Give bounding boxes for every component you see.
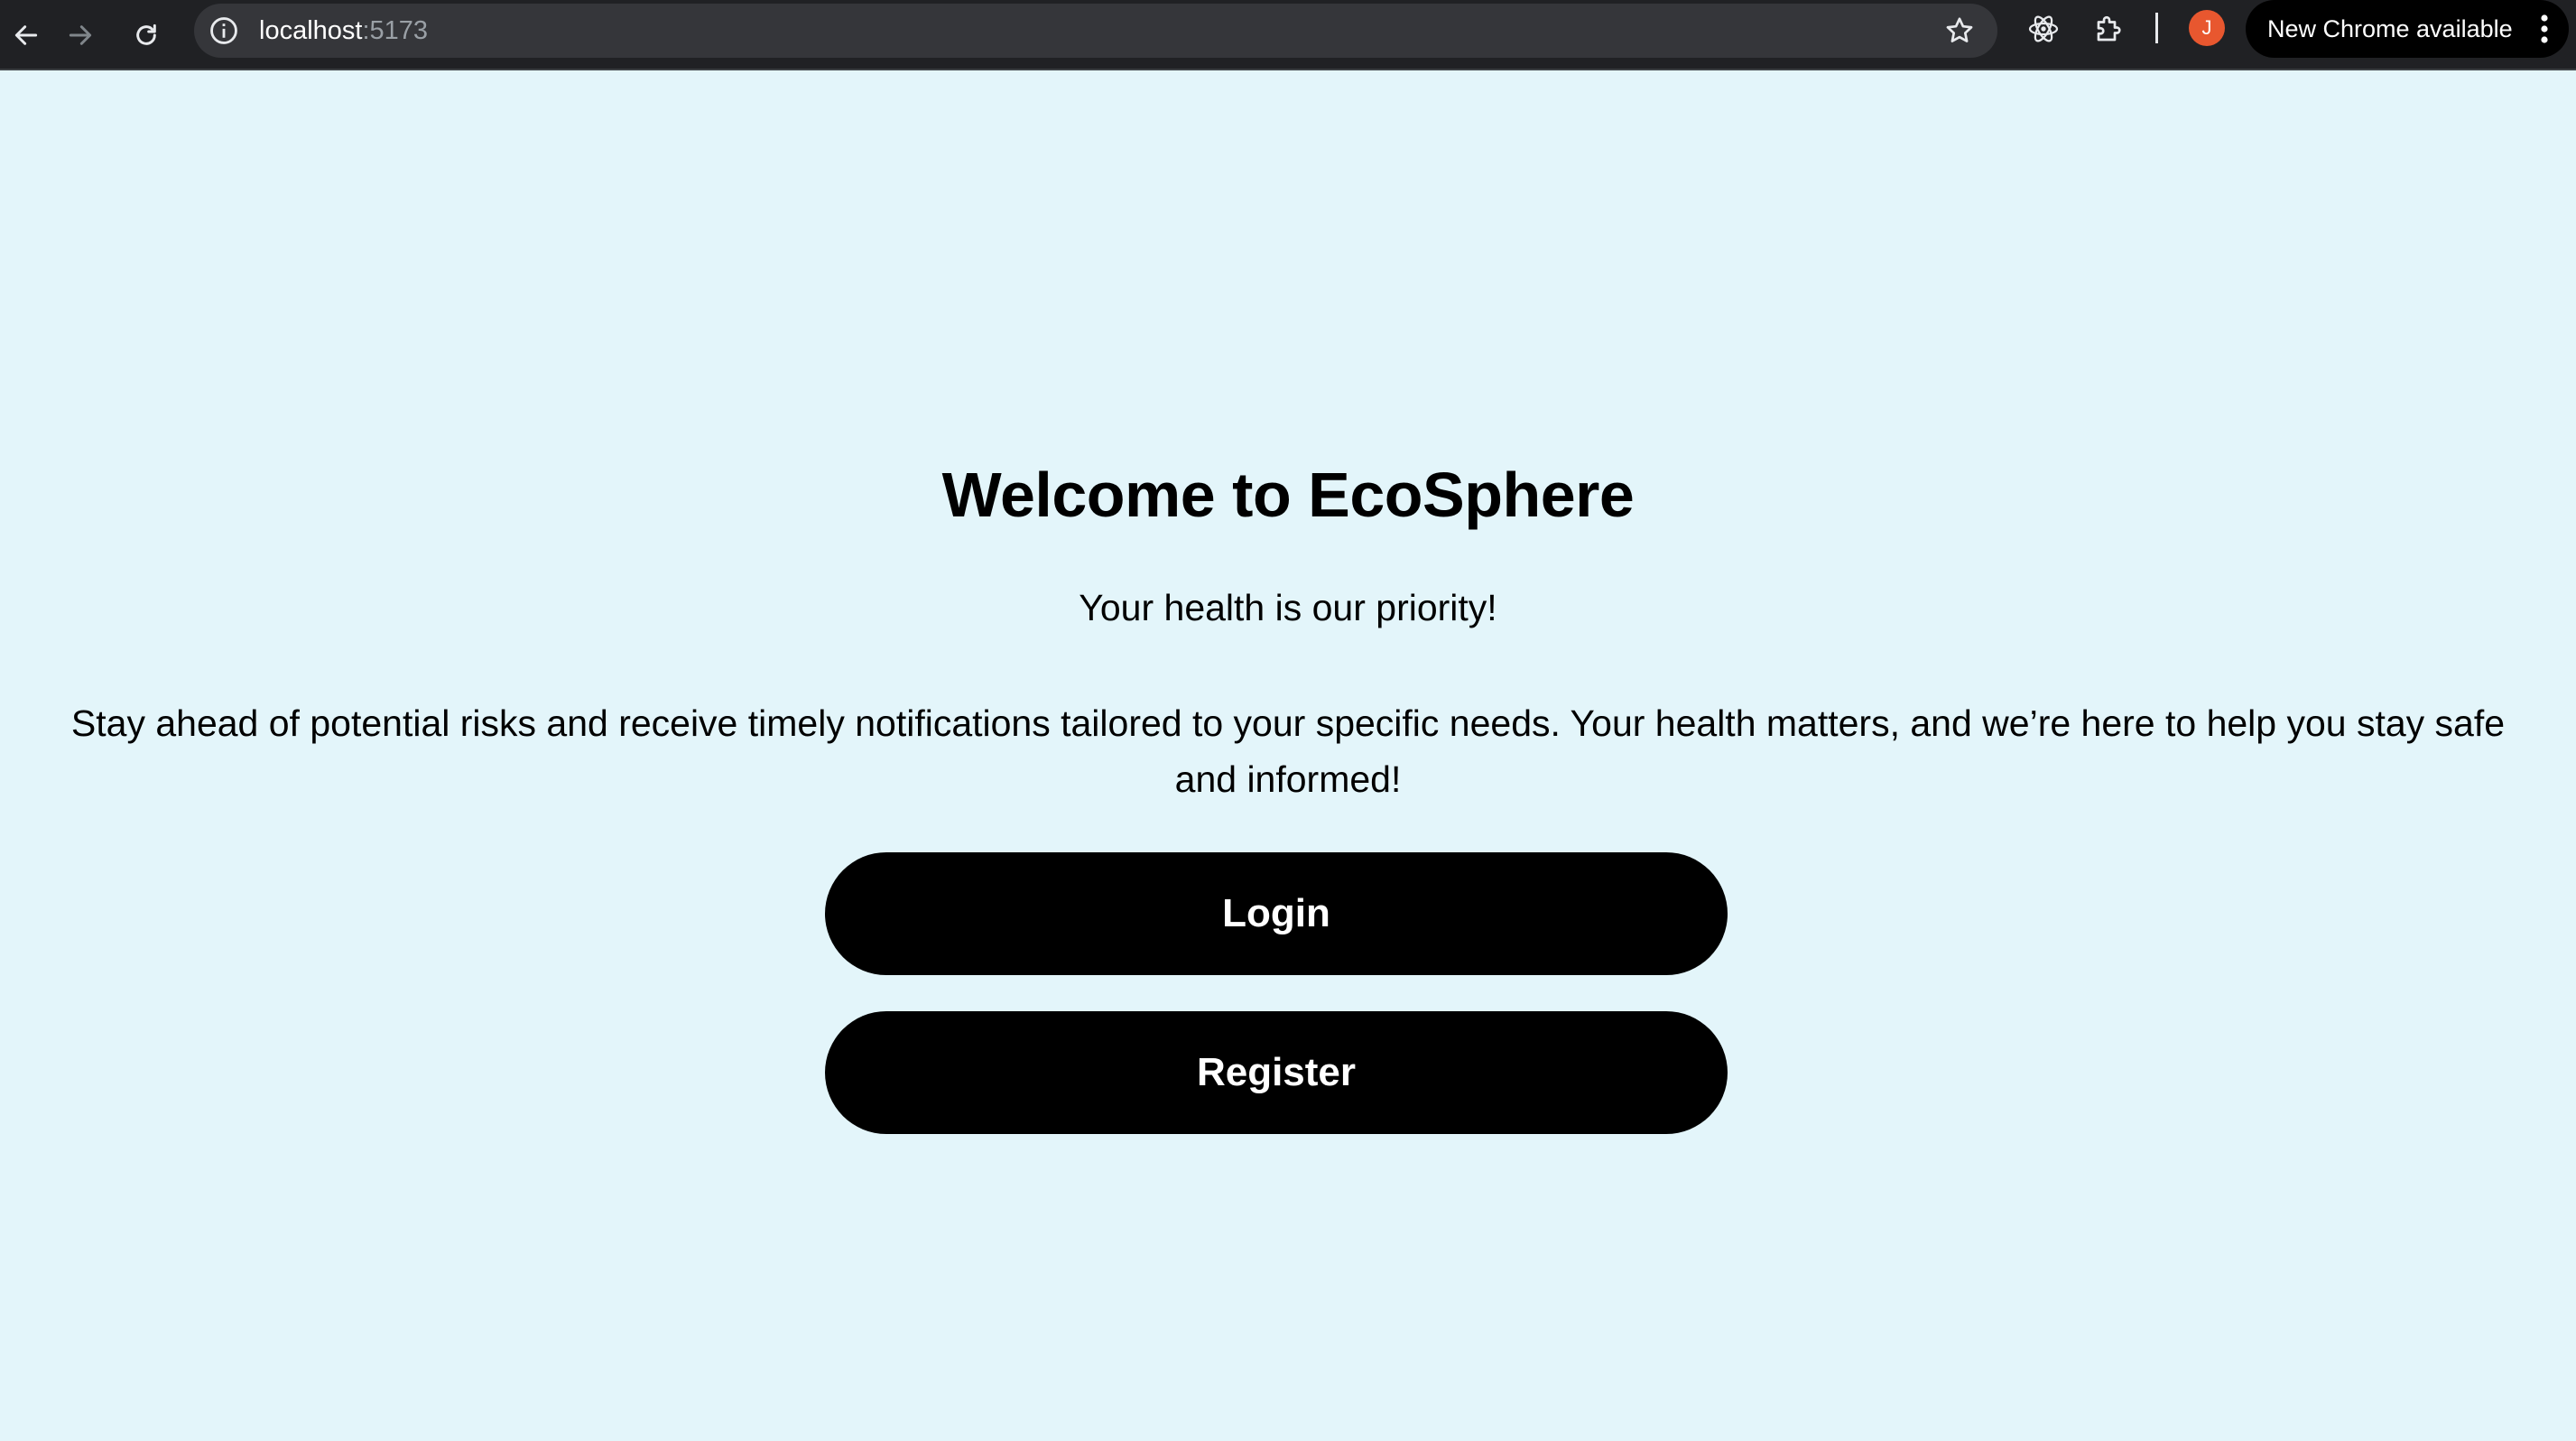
back-button[interactable] [0,9,52,61]
url-port: :5173 [362,16,429,45]
page-title: Welcome to EcoSphere [941,460,1635,530]
login-button[interactable]: Login [825,852,1728,975]
back-arrow-icon [14,25,38,45]
reload-button[interactable] [120,9,172,61]
kebab-menu-icon [2541,14,2548,43]
register-button[interactable]: Register [825,1011,1728,1134]
puzzle-icon [2097,15,2121,42]
page-description: Stay ahead of potential risks and receiv… [70,702,2506,800]
forward-arrow-icon [69,25,92,45]
reload-icon [136,23,156,45]
update-chip-label: New Chrome available [2267,15,2513,42]
extensions-button[interactable] [2091,11,2127,47]
url-text[interactable]: localhost:5173 [259,4,428,58]
browser-toolbar: localhost:5173 J New Chrome available [0,0,2576,70]
info-icon[interactable] [208,15,239,46]
forward-button[interactable] [54,9,107,61]
star-icon[interactable] [1943,14,1976,47]
new-chrome-available-button[interactable]: New Chrome available [2246,0,2569,58]
toolbar-divider [2155,13,2158,43]
profile-avatar[interactable]: J [2189,10,2225,46]
address-bar[interactable]: localhost:5173 [194,4,1997,58]
page-subtitle: Your health is our priority! [1079,587,1497,628]
react-devtools-button[interactable] [2025,11,2062,47]
atom-icon [2028,15,2059,42]
page-content: Welcome to EcoSphere Your health is our … [0,70,2576,1441]
url-host: localhost [259,16,363,45]
